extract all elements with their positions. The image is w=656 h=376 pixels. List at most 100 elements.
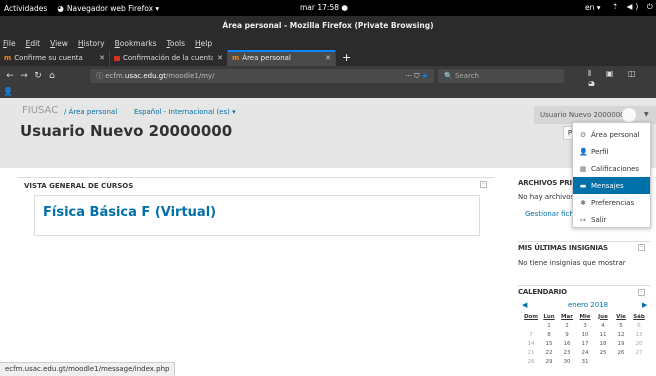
- calendar-day[interactable]: 29: [540, 357, 558, 366]
- menu-bar: File Edit View History Bookmarks Tools Help: [0, 36, 656, 50]
- calendar-day[interactable]: 15: [540, 339, 558, 348]
- app-menu[interactable]: ◕ Navegador web Firefox ▾: [57, 4, 159, 13]
- calendar-day[interactable]: 17: [576, 339, 594, 348]
- user-menu-item-perfil[interactable]: 👤 Perfil: [573, 143, 650, 160]
- calendar-day[interactable]: 4: [594, 321, 612, 330]
- user-icon: 👤: [579, 147, 588, 156]
- calendar-day[interactable]: 10: [576, 330, 594, 339]
- calendar-day[interactable]: 8: [540, 330, 558, 339]
- menu-tools[interactable]: Tools: [167, 39, 185, 48]
- page-actions[interactable]: ··· ⛉ ★: [405, 69, 428, 83]
- page-header: FIUSAC / Área personal Español - Interna…: [0, 98, 656, 168]
- tab-label: Confirmación de la cuenta: [123, 54, 213, 62]
- new-tab-button[interactable]: +: [336, 50, 357, 66]
- tab-confirmacion-cuenta[interactable]: Confirmación de la cuenta ✕: [110, 50, 228, 66]
- close-icon[interactable]: ✕: [217, 54, 223, 62]
- user-menu-item-preferencias[interactable]: ✱ Preferencias: [573, 194, 650, 211]
- tab-label: Área personal: [242, 54, 291, 62]
- tab-label: Confirme su cuenta: [14, 54, 83, 62]
- reload-icon[interactable]: ↻: [31, 71, 45, 81]
- prev-month-icon[interactable]: ◀: [522, 301, 527, 309]
- calendar-day: [522, 321, 540, 330]
- calendar-day[interactable]: 6: [630, 321, 648, 330]
- calendar-day-header: Vie: [616, 313, 626, 320]
- bookmark-star-icon[interactable]: ★: [422, 72, 428, 80]
- user-menu-item-mensajes[interactable]: ▬ Mensajes: [573, 177, 650, 194]
- page-title: Usuario Nuevo 20000000: [20, 122, 233, 140]
- back-icon[interactable]: ←: [3, 71, 17, 81]
- breadcrumb[interactable]: / Área personal: [64, 108, 117, 116]
- next-month-icon[interactable]: ▶: [642, 301, 647, 309]
- calendar-day[interactable]: 31: [576, 357, 594, 366]
- calendar-header: ◀ enero 2018 ▶: [518, 301, 656, 310]
- calendar-day[interactable]: 22: [540, 348, 558, 357]
- block-title: CALENDARIO: [518, 288, 567, 296]
- clock[interactable]: mar 17:58 ●: [300, 3, 348, 12]
- course-overview-block: VISTA GENERAL DE CURSOS − Física Básica …: [18, 177, 494, 376]
- calendar-day[interactable]: 2: [558, 321, 576, 330]
- calendar-day[interactable]: 5: [612, 321, 630, 330]
- calendar-day[interactable]: 27: [630, 348, 648, 357]
- hide-block-icon[interactable]: −: [480, 181, 487, 188]
- tab-area-personal[interactable]: m Área personal ✕: [228, 50, 336, 66]
- menu-help[interactable]: Help: [195, 39, 212, 48]
- url-prefix: ⓘ ecfm.: [96, 72, 125, 80]
- calendar-day[interactable]: 19: [612, 339, 630, 348]
- url-bar[interactable]: ⓘ ecfm.usac.edu.gt/moodle1/my/ ··· ⛉ ★: [90, 69, 434, 83]
- menu-edit[interactable]: Edit: [26, 39, 41, 48]
- wrench-icon: ✱: [580, 198, 586, 207]
- calendar-day[interactable]: 12: [612, 330, 630, 339]
- calendar-day[interactable]: 13: [630, 330, 648, 339]
- site-name[interactable]: FIUSAC: [22, 105, 58, 116]
- calendar-day[interactable]: 21: [522, 348, 540, 357]
- person-icon[interactable]: 👤: [3, 87, 13, 96]
- url-domain: usac.edu.gt: [124, 72, 166, 80]
- close-icon[interactable]: ✕: [325, 54, 331, 62]
- home-icon[interactable]: ⌂: [45, 71, 59, 81]
- user-menu-item-área-personal[interactable]: ⚙ Área personal: [573, 126, 650, 143]
- calendar-day[interactable]: 18: [594, 339, 612, 348]
- language-menu[interactable]: Español - Internacional (es) ▾: [134, 108, 236, 116]
- user-menu-item-salir[interactable]: ↦ Salir: [573, 211, 650, 228]
- search-input[interactable]: 🔍 Search: [438, 69, 564, 83]
- menu-view[interactable]: View: [50, 39, 68, 48]
- calendar-day[interactable]: 30: [558, 357, 576, 366]
- calendar-day[interactable]: 24: [576, 348, 594, 357]
- calendar-day[interactable]: 16: [558, 339, 576, 348]
- calendar-day[interactable]: 25: [594, 348, 612, 357]
- language-indicator[interactable]: en ▾: [585, 3, 601, 12]
- page-actions-icon[interactable]: ··· ⛉: [405, 72, 419, 80]
- user-menu-item-label: Salir: [591, 215, 607, 224]
- navigation-bar: ← → ↻ ⌂ ⓘ ecfm.usac.edu.gt/moodle1/my/ ·…: [0, 66, 656, 88]
- tab-confirme-cuenta[interactable]: m Confirme su cuenta ✕: [0, 50, 110, 66]
- user-menu-item-label: Preferencias: [591, 198, 635, 207]
- forward-icon[interactable]: →: [17, 71, 31, 81]
- avatar: [622, 108, 636, 122]
- calendar-day[interactable]: 20: [630, 339, 648, 348]
- calendar-day[interactable]: 3: [576, 321, 594, 330]
- user-menu-item-calificaciones[interactable]: ▦ Calificaciones: [573, 160, 650, 177]
- calendar-day[interactable]: 7: [522, 330, 540, 339]
- close-icon[interactable]: ✕: [99, 54, 105, 62]
- calendar-day[interactable]: 14: [522, 339, 540, 348]
- activities-button[interactable]: Actividades: [4, 4, 47, 13]
- calendar-grid: Dom Lun Mar Mié Jue Vie Sáb 1 2 3 4 5 6 7 8 9 10 11 12 13 1…: [522, 312, 648, 366]
- hide-block-icon[interactable]: −: [638, 244, 645, 251]
- calendar-day[interactable]: 11: [594, 330, 612, 339]
- bookmarks-bar: 👤: [0, 86, 656, 98]
- calendar-day[interactable]: 9: [558, 330, 576, 339]
- calendar-day[interactable]: 28: [522, 357, 540, 366]
- course-card: Física Básica F (Virtual): [34, 195, 480, 236]
- menu-history[interactable]: History: [78, 39, 105, 48]
- system-tray[interactable]: ⇡ ◀) ⏻: [612, 2, 656, 12]
- calendar-day: [630, 357, 648, 366]
- course-link[interactable]: Física Básica F (Virtual): [43, 205, 216, 220]
- messages-icon: ▬: [579, 181, 587, 190]
- menu-file[interactable]: File: [3, 39, 16, 48]
- calendar-day[interactable]: 23: [558, 348, 576, 357]
- menu-bookmarks[interactable]: Bookmarks: [115, 39, 157, 48]
- calendar-day[interactable]: 26: [612, 348, 630, 357]
- hide-block-icon[interactable]: −: [638, 289, 645, 296]
- calendar-day[interactable]: 1: [540, 321, 558, 330]
- calendar-month[interactable]: enero 2018: [568, 301, 608, 309]
